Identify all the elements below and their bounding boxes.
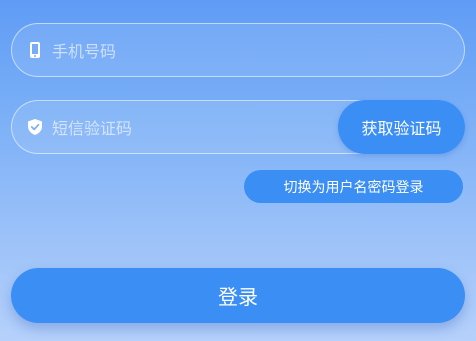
mobile-phone-icon	[26, 41, 44, 59]
sms-code-placeholder: 短信验证码	[52, 119, 133, 138]
phone-number-field[interactable]: 手机号码	[11, 23, 465, 77]
get-verification-code-button[interactable]: 获取验证码	[338, 100, 465, 154]
sms-code-field[interactable]: 短信验证码 获取验证码	[11, 100, 465, 154]
phone-number-placeholder: 手机号码	[52, 42, 117, 61]
shield-check-icon	[26, 118, 44, 136]
login-button[interactable]: 登录	[11, 268, 465, 323]
switch-to-password-login-button[interactable]: 切换为用户名密码登录	[244, 170, 463, 203]
